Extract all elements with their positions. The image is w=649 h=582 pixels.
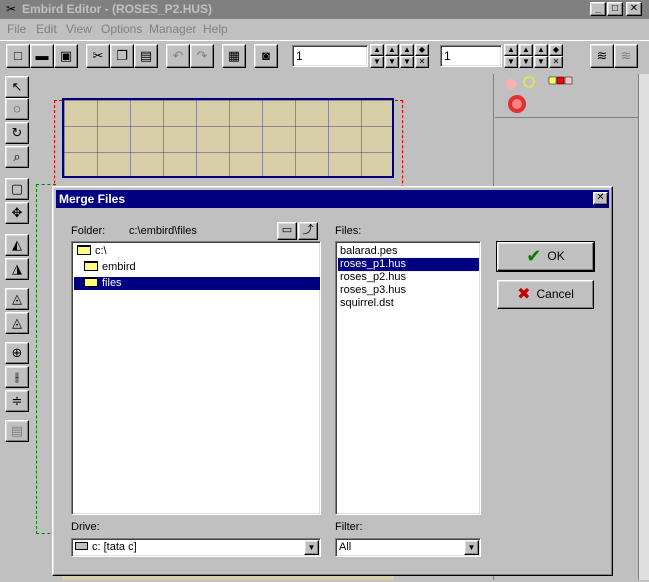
new-file-icon[interactable]: □ xyxy=(6,44,30,68)
open-folder-icon xyxy=(84,261,98,271)
spin2-up-icon[interactable]: ▲ xyxy=(504,44,518,56)
drive-label: Drive: xyxy=(71,521,100,533)
zoom-icon[interactable]: ⌕ xyxy=(5,146,29,168)
spin2-down-max-icon[interactable]: ▼ xyxy=(534,56,548,68)
files-label: Files: xyxy=(335,225,362,237)
stitch-rotate-icon[interactable]: ≋ xyxy=(590,44,614,68)
paste-icon[interactable]: ▤ xyxy=(134,44,158,68)
spin2-clear-icon[interactable]: ✕ xyxy=(549,56,563,68)
skew-vertical-icon[interactable]: ◬ xyxy=(5,312,29,334)
checkmark-icon: ✔ xyxy=(526,246,542,266)
parent-folder-icon[interactable]: ⤴ xyxy=(298,222,318,240)
spin2-reset-icon[interactable]: ◆ xyxy=(549,44,563,56)
menu-help[interactable]: Help xyxy=(203,22,228,36)
lasso-select-icon[interactable]: ◌ xyxy=(5,98,29,120)
spin-input-2[interactable]: 1 xyxy=(440,45,502,67)
design-grid xyxy=(62,98,394,178)
file-item[interactable]: balarad.pes xyxy=(338,245,400,258)
new-folder-icon[interactable]: ▭ xyxy=(277,222,297,240)
move-icon[interactable]: ✥ xyxy=(5,202,29,224)
cancel-x-icon: ✖ xyxy=(517,286,531,303)
dir-item-root[interactable]: c:\ xyxy=(75,245,109,258)
filter-label: Filter: xyxy=(335,521,363,533)
dialog-title-bar[interactable]: Merge Files ✕ xyxy=(56,190,609,208)
menu-edit[interactable]: Edit xyxy=(36,22,57,36)
filter-value: All xyxy=(339,541,352,553)
center-icon[interactable]: ⊕ xyxy=(5,342,29,364)
spin-clear-icon[interactable]: ✕ xyxy=(415,56,429,68)
chevron-down-icon[interactable]: ▼ xyxy=(464,540,479,555)
main-toolbar: □ ▬ ▣ ✂ ❐ ▤ ↶ ↷ ▦ ◙ 1 ▲ ▲ ▲ ◆ ▼ ▼ ▼ ✕ 1 … xyxy=(0,40,649,72)
align-horizontal-icon[interactable]: ⫲ xyxy=(5,366,29,388)
drive-value: c: [tata c] xyxy=(75,541,137,553)
minimize-button[interactable]: _ xyxy=(590,2,606,16)
menu-options[interactable]: Options xyxy=(101,22,142,36)
mirror-horizontal-icon[interactable]: ◭ xyxy=(5,234,29,256)
dialog-title: Merge Files xyxy=(59,192,126,206)
maximize-button[interactable]: □ xyxy=(607,2,623,16)
spin2-down-fast-icon[interactable]: ▼ xyxy=(519,56,533,68)
spin-reset-icon[interactable]: ◆ xyxy=(415,44,429,56)
resize-icon[interactable]: ▢ xyxy=(5,178,29,200)
file-item-selected[interactable]: roses_p1.hus xyxy=(337,257,480,272)
copy-icon[interactable]: ❐ xyxy=(110,44,134,68)
chevron-down-icon[interactable]: ▼ xyxy=(304,540,319,555)
window-title: Embird Editor - (ROSES_P2.HUS) xyxy=(22,2,213,16)
spin-down-icon[interactable]: ▼ xyxy=(370,56,384,68)
filter-select[interactable]: All ▼ xyxy=(335,538,481,557)
mirror-vertical-icon[interactable]: ◮ xyxy=(5,258,29,280)
drive-select[interactable]: c: [tata c] ▼ xyxy=(71,538,321,557)
hoop-icon[interactable]: ◙ xyxy=(254,44,278,68)
save-disk-icon[interactable]: ▣ xyxy=(54,44,78,68)
open-folder-icon xyxy=(77,245,91,255)
folder-listbox[interactable]: c:\ embird files xyxy=(71,241,321,515)
align-vertical-icon[interactable]: ≑ xyxy=(5,390,29,412)
cancel-button[interactable]: ✖ Cancel xyxy=(497,280,594,309)
spin-up-fast-icon[interactable]: ▲ xyxy=(385,44,399,56)
spin2-up-fast-icon[interactable]: ▲ xyxy=(519,44,533,56)
select-arrow-icon[interactable]: ↖ xyxy=(5,76,29,98)
spin-down-max-icon[interactable]: ▼ xyxy=(400,56,414,68)
spin-up-max-icon[interactable]: ▲ xyxy=(400,44,414,56)
skew-horizontal-icon[interactable]: ◬ xyxy=(5,288,29,310)
folder-label: Folder: xyxy=(71,225,106,237)
menu-file[interactable]: File xyxy=(7,22,26,36)
merge-files-dialog: Merge Files ✕ Folder: c:\embird\files ▭ … xyxy=(52,186,613,576)
hard-drive-icon xyxy=(75,542,88,550)
rotate-select-icon[interactable]: ↻ xyxy=(5,122,29,144)
menu-manager[interactable]: Manager xyxy=(149,22,196,36)
redo-icon[interactable]: ↷ xyxy=(190,44,214,68)
design-preview[interactable] xyxy=(495,74,638,118)
stitch-mirror-icon[interactable]: ≋ xyxy=(614,44,638,68)
tool-palette: ↖ ◌ ↻ ⌕ ▢ ✥ ◭ ◮ ◬ ◬ ⊕ ⫲ ≑ ▤ xyxy=(5,74,31,574)
right-scrollbar[interactable] xyxy=(638,74,649,580)
file-item[interactable]: roses_p2.hus xyxy=(338,271,408,284)
open-folder-icon[interactable]: ▬ xyxy=(30,44,54,68)
properties-icon[interactable]: ▦ xyxy=(222,44,246,68)
files-listbox[interactable]: balarad.pes roses_p1.hus roses_p2.hus ro… xyxy=(335,241,481,515)
menu-bar: File Edit View Options Manager Help xyxy=(0,19,649,38)
menu-view[interactable]: View xyxy=(66,22,92,36)
undo-icon[interactable]: ↶ xyxy=(166,44,190,68)
main-title-bar[interactable]: ✂ Embird Editor - (ROSES_P2.HUS) _ □ ✕ xyxy=(0,0,649,19)
dialog-close-button[interactable]: ✕ xyxy=(593,192,608,205)
dir-item-embird[interactable]: embird xyxy=(82,261,138,274)
open-folder-icon xyxy=(84,277,98,287)
dir-item-files[interactable]: files xyxy=(74,277,320,290)
spin2-up-max-icon[interactable]: ▲ xyxy=(534,44,548,56)
rose-thumbnail-icon xyxy=(506,76,573,113)
spin-input-1[interactable]: 1 xyxy=(292,45,368,67)
spin-up-icon[interactable]: ▲ xyxy=(370,44,384,56)
spin2-down-icon[interactable]: ▼ xyxy=(504,56,518,68)
ok-button[interactable]: ✔ OK xyxy=(496,241,595,272)
file-item[interactable]: squirrel.dst xyxy=(338,297,396,310)
cut-scissors-icon[interactable]: ✂ xyxy=(86,44,110,68)
close-button[interactable]: ✕ xyxy=(626,2,642,16)
app-needle-icon: ✂ xyxy=(5,2,17,16)
properties-dim-icon[interactable]: ▤ xyxy=(5,420,29,442)
folder-path: c:\embird\files xyxy=(129,225,197,237)
file-item[interactable]: roses_p3.hus xyxy=(338,284,408,297)
spin-down-fast-icon[interactable]: ▼ xyxy=(385,56,399,68)
